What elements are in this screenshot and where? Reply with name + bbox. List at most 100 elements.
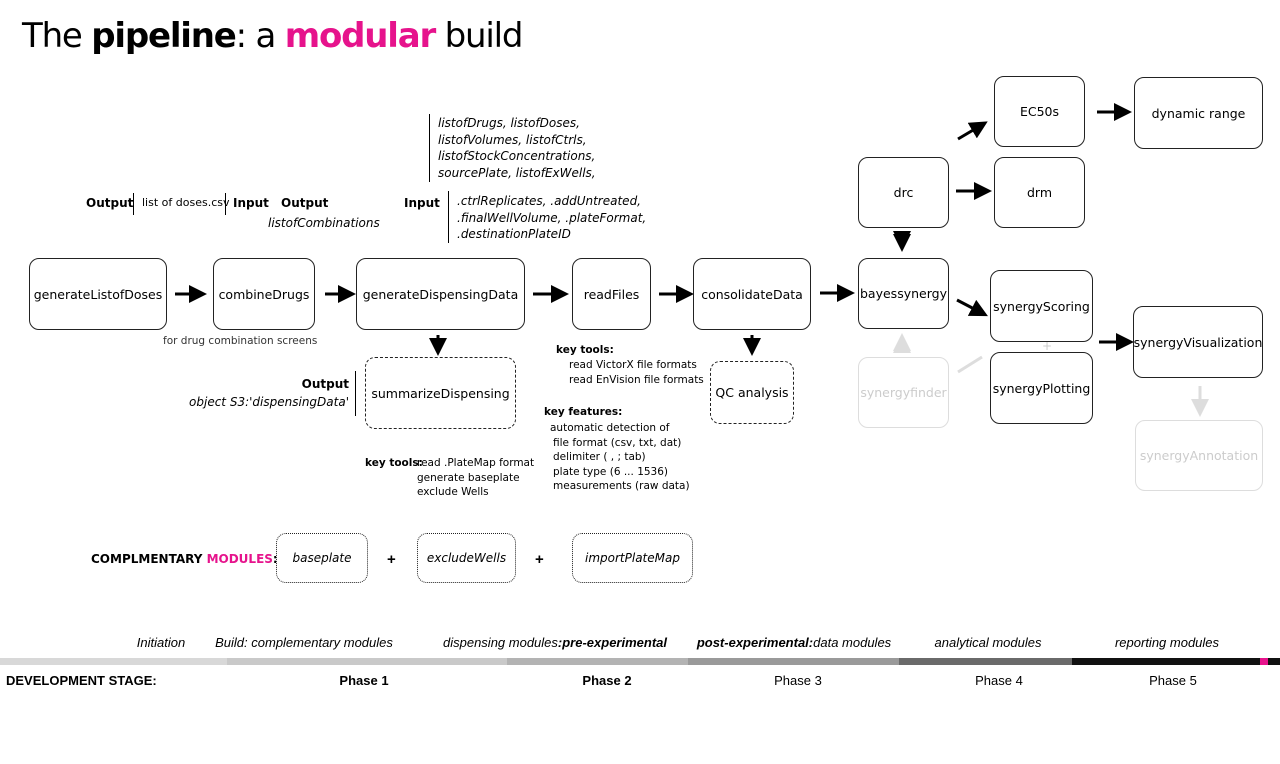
input-label: Input	[233, 196, 269, 210]
node-synergyVisualization: synergyVisualization	[1133, 306, 1263, 378]
plus-sign: +	[535, 551, 544, 568]
input-list-item: listofVolumes, listofCtrls,	[438, 132, 587, 147]
node-label: combineDrugs	[218, 286, 310, 302]
key-tool-item: read EnVision file formats	[569, 373, 704, 386]
bar-segment	[1072, 658, 1260, 665]
bar-accent	[1260, 658, 1268, 665]
bar-segment	[899, 658, 1072, 665]
object-s3-label: object S3:'dispensingData'	[189, 395, 349, 409]
node-label: synergyPlotting	[992, 380, 1091, 396]
node-label: consolidateData	[701, 286, 803, 302]
key-tool-item: read .PlateMap format	[417, 457, 535, 469]
key-feature-item: plate type (6 ... 1536)	[553, 465, 669, 478]
label-part: COMPLMENTARY	[91, 552, 207, 566]
node-label: drm	[1026, 185, 1053, 200]
node-label: dynamic range	[1151, 105, 1246, 121]
key-tool-item: read VictorX file formats	[569, 359, 697, 371]
key-tool-item: generate baseplate	[417, 471, 520, 484]
phase-build: Build: complementary modules	[194, 635, 414, 650]
phase-dispensing: dispensing modules:pre-experimental	[430, 635, 680, 650]
arrow	[957, 121, 988, 141]
node-readFiles: readFiles	[572, 258, 651, 330]
key-tools-list: read .PlateMap format generate baseplate…	[417, 456, 534, 500]
input-list-item: listofStockConcentrations,	[438, 149, 596, 163]
input-list-item: listofDrugs, listofDoses,	[438, 116, 580, 130]
divider	[448, 191, 449, 243]
stage-phase-5: Phase 5	[1149, 673, 1197, 688]
key-tool-item: exclude Wells	[417, 486, 489, 498]
arrow	[956, 298, 988, 317]
bar-segment	[688, 658, 899, 665]
node-synergyAnnotation: synergyAnnotation	[1135, 420, 1263, 491]
node-label: synergyAnnotation	[1139, 448, 1259, 463]
label-accent: MODULES	[206, 552, 273, 566]
input-list-item: .destinationPlateID	[457, 227, 571, 241]
stage-phase-3: Phase 3	[774, 673, 822, 688]
input-list-item: .finalWellVolume, .plateFormat,	[457, 210, 647, 225]
node-label: synergyfinder	[860, 385, 947, 400]
node-drc: drc	[858, 157, 949, 228]
module-label: excludeWells	[426, 551, 507, 565]
node-ec50s: EC50s	[994, 76, 1085, 147]
key-features-label: key features:	[544, 406, 623, 418]
divider	[225, 193, 226, 215]
phase-text: data modules	[813, 635, 892, 650]
node-label: synergyScoring	[993, 298, 1090, 314]
input-list-1: listofDrugs, listofDoses, listofVolumes,…	[438, 115, 596, 181]
node-dynamic-range: dynamic range	[1134, 77, 1263, 149]
list-of-combinations: listofCombinations	[268, 216, 380, 230]
output-label: Output	[86, 196, 134, 210]
stage-phase-1: Phase 1	[339, 673, 389, 688]
output-label: Output	[281, 196, 329, 210]
bar-segment	[1268, 658, 1280, 665]
plus-sign: +	[387, 551, 396, 568]
phase-analytical: analytical modules	[898, 635, 1078, 650]
output-label: Output	[301, 377, 349, 391]
input-list-2: .ctrlReplicates, .addUntreated, .finalWe…	[457, 193, 646, 243]
development-bar	[0, 658, 1280, 665]
list-of-doses-file: list of doses.csv	[142, 196, 230, 209]
phase-text: reporting modules	[1114, 635, 1220, 650]
node-generateListofDoses: generateListofDoses	[29, 258, 167, 330]
bar-segment	[507, 658, 688, 665]
divider	[133, 193, 134, 215]
key-feature-item: measurements (raw data)	[553, 480, 690, 492]
development-stage-label: DEVELOPMENT STAGE:	[6, 673, 157, 688]
key-feature-item: file format (csv, txt, dat)	[553, 436, 682, 449]
phase-post-experimental: post-experimental:data modules	[684, 635, 904, 650]
key-tools-label: key tools:	[365, 457, 423, 469]
phase-text: Build: complementary modules	[215, 635, 393, 650]
phase-bold: post-experimental:	[696, 635, 814, 650]
faint-arrow	[957, 355, 983, 374]
phase-text: analytical modules	[934, 635, 1042, 650]
node-drm: drm	[994, 157, 1085, 228]
stage-phase-2: Phase 2	[582, 673, 632, 688]
node-summarizeDispensing: summarizeDispensing	[365, 357, 516, 429]
key-feature-item: delimiter ( , ; tab)	[553, 451, 646, 463]
node-generateDispensingData: generateDispensingData	[356, 258, 525, 330]
bar-segment	[227, 658, 507, 665]
input-label: Input	[404, 196, 440, 210]
key-feature-item: automatic detection of	[550, 422, 670, 434]
key-tools-list: read VictorX file formats read EnVision …	[569, 358, 704, 387]
node-synergyScoring: synergyScoring	[990, 270, 1093, 342]
phase-reporting: reporting modules	[1077, 635, 1257, 650]
node-synergyfinder: synergyfinder	[858, 357, 949, 428]
stage-phase-4: Phase 4	[975, 673, 1023, 688]
node-label: readFiles	[583, 286, 640, 302]
module-label: importPlateMap	[585, 551, 680, 565]
phase-text: Initiation	[136, 635, 186, 650]
module-importPlateMap: importPlateMap	[572, 533, 693, 583]
node-label: summarizeDispensing	[371, 385, 510, 401]
node-label: generateDispensingData	[362, 286, 519, 302]
phase-bold: :pre-experimental	[557, 635, 667, 650]
divider	[429, 114, 430, 182]
phase-text: dispensing modules	[443, 635, 558, 650]
key-tools-label: key tools:	[556, 344, 614, 356]
divider	[355, 371, 356, 416]
bar-segment	[0, 658, 227, 665]
input-list-item: .ctrlReplicates, .addUntreated,	[457, 194, 641, 208]
input-list-item: sourcePlate, listofExWells,	[438, 165, 596, 180]
module-baseplate: baseplate	[276, 533, 368, 583]
node-qc-analysis: QC analysis	[710, 361, 794, 424]
